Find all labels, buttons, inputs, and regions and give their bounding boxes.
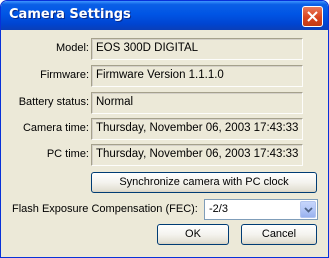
fec-label: Flash Exposure Compensation (FEC): — [12, 203, 198, 215]
battery-status-label: Battery status: — [18, 96, 89, 108]
pc-time-label: PC time: — [46, 148, 89, 160]
fec-dropdown-button[interactable] — [300, 201, 316, 218]
pc-time-value: Thursday, November 06, 2003 17:43:33 — [91, 144, 303, 166]
fec-selected-value: -2/3 — [209, 203, 228, 215]
model-value: EOS 300D DIGITAL — [91, 38, 303, 60]
ok-button[interactable]: OK — [157, 224, 229, 245]
window-title: Camera Settings — [9, 7, 131, 22]
fec-select[interactable]: -2/3 — [204, 199, 318, 220]
camera-time-row: Camera time: Thursday, November 06, 2003… — [4, 118, 325, 140]
firmware-label: Firmware: — [40, 69, 89, 81]
camera-settings-dialog: Camera Settings Model: EOS 300D DIGITAL … — [0, 0, 329, 258]
close-button[interactable] — [302, 6, 323, 27]
dialog-content: Model: EOS 300D DIGITAL Firmware: Firmwa… — [4, 30, 325, 255]
cancel-button[interactable]: Cancel — [241, 224, 317, 245]
model-row: Model: EOS 300D DIGITAL — [4, 38, 325, 60]
title-bar[interactable]: Camera Settings — [1, 1, 328, 30]
battery-status-value: Normal — [91, 92, 303, 114]
firmware-row: Firmware: Firmware Version 1.1.1.0 — [4, 65, 325, 87]
battery-row: Battery status: Normal — [4, 92, 325, 114]
synchronize-clock-button[interactable]: Synchronize camera with PC clock — [91, 172, 317, 193]
camera-time-label: Camera time: — [22, 122, 89, 134]
camera-time-value: Thursday, November 06, 2003 17:43:33 — [91, 118, 303, 140]
firmware-value: Firmware Version 1.1.1.0 — [91, 65, 303, 87]
model-label: Model: — [55, 42, 89, 54]
pc-time-row: PC time: Thursday, November 06, 2003 17:… — [4, 144, 325, 166]
